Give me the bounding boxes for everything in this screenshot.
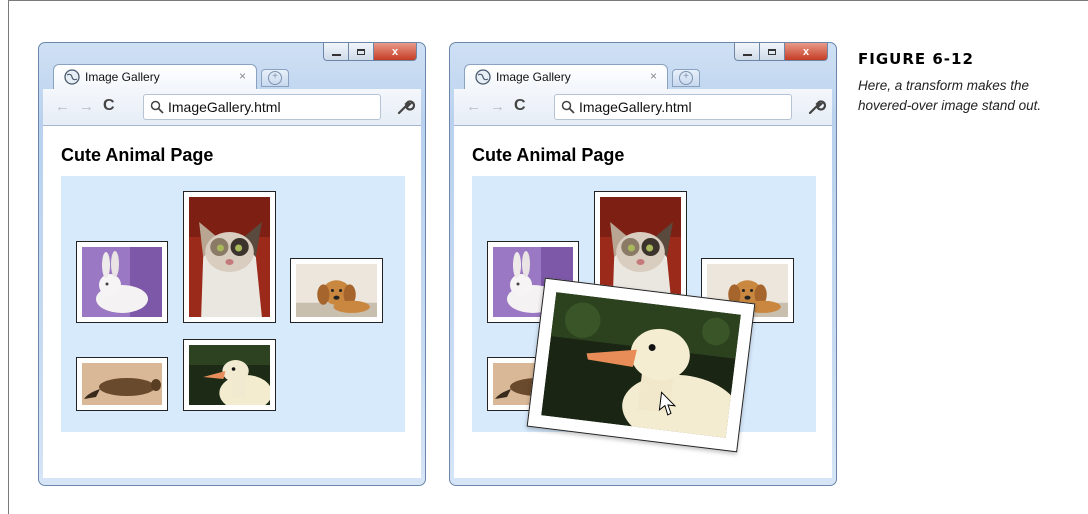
browser-toolbar: ← → C ImageGallery.html [454, 89, 832, 126]
minimize-icon [742, 53, 752, 56]
tab-close-icon[interactable]: × [239, 69, 246, 83]
page-content: Cute Animal Page [43, 126, 421, 478]
puppy-image [296, 264, 377, 317]
gosling-photo-hovered[interactable] [526, 277, 756, 453]
forward-arrow-icon[interactable]: → [79, 98, 94, 115]
minimize-button[interactable] [734, 43, 760, 61]
address-text: ImageGallery.html [579, 99, 692, 115]
page-title: Cute Animal Page [61, 145, 214, 165]
globe-icon [475, 69, 491, 85]
address-bar[interactable]: ImageGallery.html [554, 94, 792, 120]
browser-window-before: x Image Gallery × + ← → C ImageGallery.h… [38, 42, 426, 486]
tab-title: Image Gallery [496, 70, 571, 84]
reload-icon[interactable]: C [103, 97, 115, 115]
maximize-icon [768, 48, 776, 55]
kitten-photo[interactable] [183, 191, 276, 323]
platypus-photo[interactable] [76, 357, 168, 411]
image-gallery [61, 176, 405, 432]
wrench-icon[interactable] [395, 97, 415, 117]
search-icon [561, 100, 575, 114]
address-text: ImageGallery.html [168, 99, 281, 115]
close-window-button[interactable]: x [373, 43, 417, 61]
gosling-image [189, 345, 270, 405]
figure-caption: FIGURE 6-12 Here, a transform makes the … [858, 50, 1058, 116]
figure-frame-left [8, 0, 9, 514]
rabbit-image [82, 247, 162, 317]
close-window-button[interactable]: x [784, 43, 828, 61]
tab-title: Image Gallery [85, 70, 160, 84]
forward-arrow-icon[interactable]: → [490, 98, 505, 115]
reload-icon[interactable]: C [514, 97, 526, 115]
new-tab-button[interactable]: + [261, 69, 289, 87]
tab-image-gallery[interactable]: Image Gallery × [53, 64, 257, 89]
figure-label: FIGURE 6-12 [858, 50, 974, 68]
close-icon: x [391, 45, 399, 58]
browser-toolbar: ← → C ImageGallery.html [43, 89, 421, 126]
window-controls: x [323, 43, 417, 63]
back-arrow-icon[interactable]: ← [466, 98, 481, 115]
page-title: Cute Animal Page [472, 145, 625, 165]
figure-caption-text: Here, a transform makes the hovered-over… [858, 78, 1042, 113]
minimize-icon [331, 53, 341, 56]
minimize-button[interactable] [323, 43, 349, 61]
puppy-photo[interactable] [290, 258, 383, 323]
kitten-image [189, 197, 270, 317]
tab-image-gallery[interactable]: Image Gallery × [464, 64, 668, 89]
platypus-image [82, 363, 162, 405]
gosling-image [541, 292, 741, 438]
wrench-icon[interactable] [806, 97, 826, 117]
figure-frame-top [8, 0, 1088, 1]
maximize-button[interactable] [759, 43, 785, 61]
plus-icon: + [679, 71, 693, 85]
address-bar[interactable]: ImageGallery.html [143, 94, 381, 120]
rabbit-photo[interactable] [76, 241, 168, 323]
back-arrow-icon[interactable]: ← [55, 98, 70, 115]
new-tab-button[interactable]: + [672, 69, 700, 87]
search-icon [150, 100, 164, 114]
plus-icon: + [268, 71, 282, 85]
tab-close-icon[interactable]: × [650, 69, 657, 83]
close-icon: x [802, 45, 810, 58]
gosling-photo[interactable] [183, 339, 276, 411]
globe-icon [64, 69, 80, 85]
window-controls: x [734, 43, 828, 63]
maximize-button[interactable] [348, 43, 374, 61]
maximize-icon [357, 48, 365, 55]
